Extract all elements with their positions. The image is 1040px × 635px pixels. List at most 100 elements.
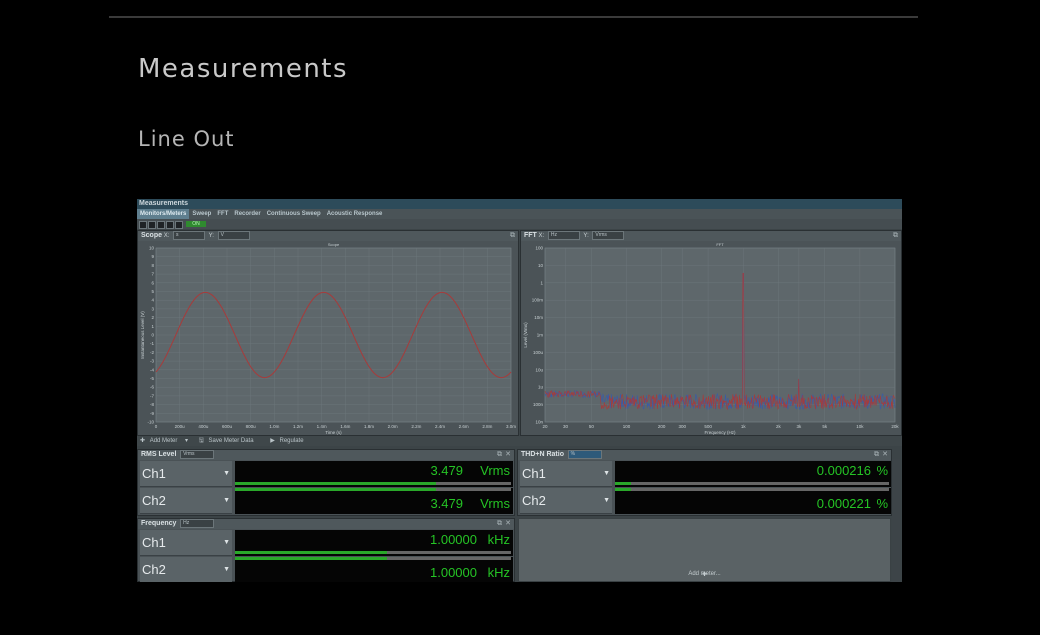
y-tick-label: 8 [151,263,154,268]
y-axis-label: Instantaneous Level (V) [140,311,145,359]
meter-value: 0.000216 [816,463,871,478]
scope-y-unit-select[interactable]: V [217,231,250,240]
close-icon[interactable]: ✕ [882,450,888,460]
rms-unit-select[interactable]: Vrms [180,450,215,459]
channel-select[interactable]: Ch1 ▼ [140,530,232,556]
fft-x-unit-select[interactable]: Hz [547,231,580,240]
y-tick-label: -2 [150,350,154,355]
y-tick-label: 100 [535,246,543,251]
toolbar-button[interactable] [175,221,183,229]
thdn-unit-select[interactable]: % [567,450,602,459]
meter-value: 1.00000 [430,565,477,580]
y-tick-label: 10m [534,315,543,320]
y-tick-label: 0 [151,333,154,338]
rms-level-meter: RMS Level Vrms ⧉ ✕ Ch1 ▼ 3.479 Vrms Ch2 ▼ … [137,449,515,516]
y-tick-label: -9 [150,411,154,416]
x-tick-label: 2.2m [411,424,421,429]
rms-row-ch2: Ch2 ▼ 3.479 Vrms [138,488,514,514]
channel-select[interactable]: Ch2 ▼ [520,488,612,514]
y-tick-label: -7 [150,393,154,398]
readout: 1.00000 kHz [235,530,513,556]
y-tick-label: -3 [150,359,154,364]
scope-x-unit-select[interactable]: s [173,231,206,240]
tab-acoustic-response[interactable]: Acoustic Response [324,209,386,219]
level-bar [235,557,387,560]
level-bar [235,482,437,485]
thdn-ratio-meter: THD+N Ratio % ⧉ ✕ Ch1 ▼ 0.000216 % Ch2 ▼ 0… [517,449,892,516]
x-tick-label: 10k [856,424,864,429]
tab-sweep[interactable]: Sweep [189,209,214,219]
toolbar-button[interactable] [157,221,165,229]
regulate-label: Regulate [279,438,304,444]
thdn-row-ch1: Ch1 ▼ 0.000216 % [518,461,891,487]
tab-monitors-meters[interactable]: Monitors/Meters [137,209,190,219]
meter-value: 3.479 [430,496,463,511]
x-tick-label: 200u [175,424,186,429]
x-tick-label: 1.6m [340,424,350,429]
plot-title: Scope [328,242,340,247]
section-title: Line Out [138,127,235,151]
popout-icon[interactable]: ⧉ [497,519,502,529]
fft-y-unit-select[interactable]: Vrms [592,231,625,240]
x-tick-label: 20k [891,424,899,429]
toolbar-button[interactable] [139,221,147,229]
close-icon[interactable]: ✕ [505,519,511,529]
x-tick-label: 100 [623,424,631,429]
x-tick-label: 2.4m [435,424,445,429]
bar-track [615,482,889,485]
app-tab-bar: Monitors/Meters Sweep FFT Recorder Continuou… [137,209,902,219]
x-tick-label: 30 [563,424,569,429]
x-tick-label: 1.2m [293,424,303,429]
readout: 0.000221 % [615,488,891,514]
meter-value: 1.00000 [430,532,477,547]
channel-select[interactable]: Ch1 ▼ [520,461,612,487]
meter-unit: % [876,496,888,511]
popout-icon[interactable]: ⧉ [510,231,515,241]
channel-select[interactable]: Ch1 ▼ [140,461,232,487]
meter-value: 3.479 [430,463,463,478]
frequency-unit-select[interactable]: Hz [180,519,215,528]
on-toggle[interactable]: ON [186,221,206,227]
meter-unit: Vrms [480,463,510,478]
y-tick-label: -6 [150,385,154,390]
tab-fft[interactable]: FFT [214,209,231,219]
meter-toolbar: ✚ Add Meter ▾ 🖫 Save Meter Data ▶ Regula… [137,436,902,446]
fft-y-prefix: Y: [583,233,589,240]
chevron-down-icon: ▼ [223,539,230,546]
y-tick-label: 7 [151,272,154,277]
popout-icon[interactable]: ⧉ [874,450,879,460]
x-tick-label: 500 [704,424,712,429]
add-meter-placeholder-label: Add meter... [688,571,721,577]
app-toolbar [137,219,902,229]
toolbar-button[interactable] [148,221,156,229]
popout-icon[interactable]: ⧉ [893,231,898,241]
regulate-button[interactable]: ▶ Regulate [270,438,309,444]
close-icon[interactable]: ✕ [505,450,511,460]
tab-recorder[interactable]: Recorder [231,209,263,219]
rms-title: RMS Level [141,451,177,459]
channel-select[interactable]: Ch2 ▼ [140,488,232,514]
save-meter-data-button[interactable]: 🖫 Save Meter Data [199,438,260,444]
popout-icon[interactable]: ⧉ [497,450,502,460]
rms-row-ch1: Ch1 ▼ 3.479 Vrms [138,461,514,487]
scope-header: Scope X: s Y: V ⧉ [138,231,518,241]
meters-scrollbar[interactable] [892,459,900,582]
x-tick-label: 800u [246,424,257,429]
y-tick-label: 9 [151,254,154,259]
channel-label: Ch2 [142,493,166,508]
top-divider [109,16,918,18]
scope-plot: Scope109876543210-1-2-3-4-5-6-7-8-9-100 2… [140,242,516,435]
meter-value: 0.000221 [816,496,871,511]
x-tick-label: 200 [658,424,666,429]
x-axis-label: Time (s) [325,430,342,435]
tab-continuous-sweep[interactable]: Continuous Sweep [264,209,324,219]
channel-select[interactable]: Ch2 ▼ [140,557,232,582]
add-meter-placeholder[interactable]: ✚ Add meter... [518,518,891,582]
x-tick-label: 2.0m [388,424,398,429]
toolbar-button[interactable] [166,221,174,229]
x-tick-label: 300 [678,424,686,429]
y-tick-label: -10 [147,420,154,425]
y-tick-label: 100u [533,350,544,355]
add-meter-button[interactable]: ✚ Add Meter ▾ [140,438,188,444]
plot-title: FFT [716,242,724,247]
